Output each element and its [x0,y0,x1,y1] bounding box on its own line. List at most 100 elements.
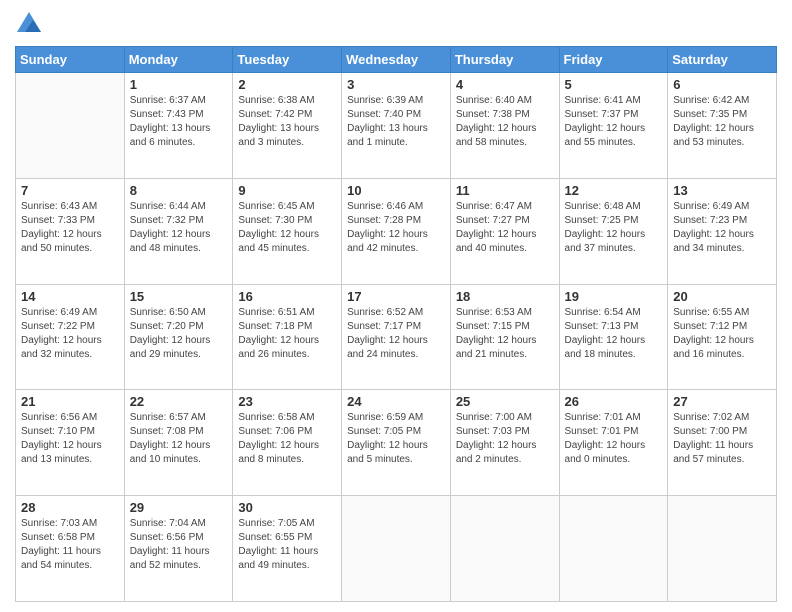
day-number: 19 [565,289,663,304]
day-info: Sunrise: 7:02 AMSunset: 7:00 PMDaylight:… [673,411,771,467]
day-number: 14 [21,289,119,304]
day-number: 7 [21,183,119,198]
calendar-cell [16,73,125,179]
weekday-header-row: SundayMondayTuesdayWednesdayThursdayFrid… [16,47,777,73]
day-info: Sunrise: 7:05 AMSunset: 6:55 PMDaylight:… [238,517,336,573]
day-info: Sunrise: 6:38 AMSunset: 7:42 PMDaylight:… [238,94,336,150]
calendar-cell: 5 Sunrise: 6:41 AMSunset: 7:37 PMDaylight… [559,73,668,179]
day-info: Sunrise: 6:44 AMSunset: 7:32 PMDaylight:… [130,200,228,256]
day-number: 5 [565,77,663,92]
day-info: Sunrise: 6:50 AMSunset: 7:20 PMDaylight:… [130,306,228,362]
calendar-cell: 4 Sunrise: 6:40 AMSunset: 7:38 PMDaylight… [450,73,559,179]
calendar-cell: 12 Sunrise: 6:48 AMSunset: 7:25 PMDayligh… [559,178,668,284]
day-info: Sunrise: 6:57 AMSunset: 7:08 PMDaylight:… [130,411,228,467]
calendar-cell: 8 Sunrise: 6:44 AMSunset: 7:32 PMDaylight… [124,178,233,284]
day-info: Sunrise: 6:41 AMSunset: 7:37 PMDaylight:… [565,94,663,150]
day-number: 1 [130,77,228,92]
day-info: Sunrise: 6:56 AMSunset: 7:10 PMDaylight:… [21,411,119,467]
day-number: 18 [456,289,554,304]
day-info: Sunrise: 6:43 AMSunset: 7:33 PMDaylight:… [21,200,119,256]
day-number: 27 [673,394,771,409]
day-number: 21 [21,394,119,409]
day-number: 25 [456,394,554,409]
day-number: 10 [347,183,445,198]
weekday-header-wednesday: Wednesday [342,47,451,73]
calendar-cell: 22 Sunrise: 6:57 AMSunset: 7:08 PMDayligh… [124,390,233,496]
calendar-cell: 7 Sunrise: 6:43 AMSunset: 7:33 PMDaylight… [16,178,125,284]
calendar-cell: 14 Sunrise: 6:49 AMSunset: 7:22 PMDayligh… [16,284,125,390]
calendar-cell: 24 Sunrise: 6:59 AMSunset: 7:05 PMDayligh… [342,390,451,496]
day-info: Sunrise: 6:59 AMSunset: 7:05 PMDaylight:… [347,411,445,467]
calendar-cell [559,496,668,602]
calendar-cell: 3Sunrise: 6:39 AMSunset: 7:40 PMDaylight… [342,73,451,179]
day-number: 4 [456,77,554,92]
calendar-cell: 26 Sunrise: 7:01 AMSunset: 7:01 PMDayligh… [559,390,668,496]
day-number: 24 [347,394,445,409]
day-number: 17 [347,289,445,304]
calendar-cell: 25 Sunrise: 7:00 AMSunset: 7:03 PMDayligh… [450,390,559,496]
calendar-cell: 20Sunrise: 6:55 AMSunset: 7:12 PMDayligh… [668,284,777,390]
calendar-cell: 1 Sunrise: 6:37 AMSunset: 7:43 PMDaylight… [124,73,233,179]
calendar-cell: 10Sunrise: 6:46 AMSunset: 7:28 PMDayligh… [342,178,451,284]
day-info: Sunrise: 6:49 AMSunset: 7:23 PMDaylight:… [673,200,771,256]
day-info: Sunrise: 6:54 AMSunset: 7:13 PMDaylight:… [565,306,663,362]
calendar: SundayMondayTuesdayWednesdayThursdayFrid… [15,46,777,602]
calendar-cell: 17 Sunrise: 6:52 AMSunset: 7:17 PMDayligh… [342,284,451,390]
day-info: Sunrise: 6:58 AMSunset: 7:06 PMDaylight:… [238,411,336,467]
week-row-2: 14 Sunrise: 6:49 AMSunset: 7:22 PMDayligh… [16,284,777,390]
day-info: Sunrise: 6:52 AMSunset: 7:17 PMDaylight:… [347,306,445,362]
day-info: Sunrise: 7:04 AMSunset: 6:56 PMDaylight:… [130,517,228,573]
calendar-cell: 13 Sunrise: 6:49 AMSunset: 7:23 PMDayligh… [668,178,777,284]
calendar-cell [668,496,777,602]
day-number: 23 [238,394,336,409]
day-number: 8 [130,183,228,198]
calendar-cell [342,496,451,602]
weekday-header-saturday: Saturday [668,47,777,73]
day-number: 22 [130,394,228,409]
logo-icon [15,10,43,38]
weekday-header-monday: Monday [124,47,233,73]
day-info: Sunrise: 7:01 AMSunset: 7:01 PMDaylight:… [565,411,663,467]
day-info: Sunrise: 6:53 AMSunset: 7:15 PMDaylight:… [456,306,554,362]
day-number: 12 [565,183,663,198]
day-info: Sunrise: 6:39 AMSunset: 7:40 PMDaylight:… [347,94,445,150]
day-info: Sunrise: 6:37 AMSunset: 7:43 PMDaylight:… [130,94,228,150]
day-number: 16 [238,289,336,304]
day-number: 26 [565,394,663,409]
week-row-3: 21 Sunrise: 6:56 AMSunset: 7:10 PMDayligh… [16,390,777,496]
week-row-1: 7 Sunrise: 6:43 AMSunset: 7:33 PMDaylight… [16,178,777,284]
calendar-cell: 11 Sunrise: 6:47 AMSunset: 7:27 PMDayligh… [450,178,559,284]
weekday-header-sunday: Sunday [16,47,125,73]
day-info: Sunrise: 6:42 AMSunset: 7:35 PMDaylight:… [673,94,771,150]
day-info: Sunrise: 7:00 AMSunset: 7:03 PMDaylight:… [456,411,554,467]
calendar-cell: 29 Sunrise: 7:04 AMSunset: 6:56 PMDayligh… [124,496,233,602]
day-number: 20 [673,289,771,304]
calendar-cell: 28 Sunrise: 7:03 AMSunset: 6:58 PMDayligh… [16,496,125,602]
day-info: Sunrise: 6:40 AMSunset: 7:38 PMDaylight:… [456,94,554,150]
calendar-cell: 23 Sunrise: 6:58 AMSunset: 7:06 PMDayligh… [233,390,342,496]
day-info: Sunrise: 6:47 AMSunset: 7:27 PMDaylight:… [456,200,554,256]
day-number: 28 [21,500,119,515]
day-number: 15 [130,289,228,304]
day-number: 6 [673,77,771,92]
calendar-cell: 15 Sunrise: 6:50 AMSunset: 7:20 PMDayligh… [124,284,233,390]
calendar-cell [450,496,559,602]
week-row-4: 28 Sunrise: 7:03 AMSunset: 6:58 PMDayligh… [16,496,777,602]
calendar-cell: 27 Sunrise: 7:02 AMSunset: 7:00 PMDayligh… [668,390,777,496]
calendar-cell: 16 Sunrise: 6:51 AMSunset: 7:18 PMDayligh… [233,284,342,390]
day-number: 13 [673,183,771,198]
calendar-cell: 19 Sunrise: 6:54 AMSunset: 7:13 PMDayligh… [559,284,668,390]
day-info: Sunrise: 6:49 AMSunset: 7:22 PMDaylight:… [21,306,119,362]
day-number: 11 [456,183,554,198]
calendar-cell: 9Sunrise: 6:45 AMSunset: 7:30 PMDaylight… [233,178,342,284]
calendar-cell: 6 Sunrise: 6:42 AMSunset: 7:35 PMDaylight… [668,73,777,179]
day-info: Sunrise: 7:03 AMSunset: 6:58 PMDaylight:… [21,517,119,573]
day-number: 29 [130,500,228,515]
weekday-header-thursday: Thursday [450,47,559,73]
day-info: Sunrise: 6:48 AMSunset: 7:25 PMDaylight:… [565,200,663,256]
calendar-cell: 30Sunrise: 7:05 AMSunset: 6:55 PMDayligh… [233,496,342,602]
calendar-cell: 21 Sunrise: 6:56 AMSunset: 7:10 PMDayligh… [16,390,125,496]
day-number: 9 [238,183,336,198]
calendar-cell: 2Sunrise: 6:38 AMSunset: 7:42 PMDaylight… [233,73,342,179]
day-info: Sunrise: 6:51 AMSunset: 7:18 PMDaylight:… [238,306,336,362]
